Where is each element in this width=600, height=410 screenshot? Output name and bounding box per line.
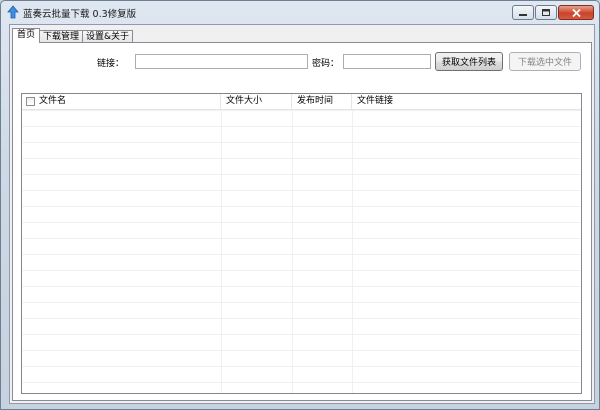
list-header: 文件名 文件大小 发布时间 文件链接 [22,94,581,110]
column-header-size[interactable]: 文件大小 [221,94,292,109]
window-controls [512,5,594,20]
grid-column-line [292,110,293,393]
grid-column-line [352,110,353,393]
grid-row-line [22,142,581,143]
app-window: 蓝奏云批量下载 0.3修复版 首页 下载管理 设置&关于 链接： 密码： 获取文… [0,0,600,410]
grid-column-line [221,110,222,393]
column-header-date[interactable]: 发布时间 [292,94,352,109]
close-button[interactable] [558,5,594,20]
maximize-icon [542,9,550,16]
window-title: 蓝奏云批量下载 0.3修复版 [23,9,137,20]
grid-row-line [22,350,581,351]
column-label: 文件名 [39,96,67,106]
download-selected-button[interactable]: 下载选中文件 [509,52,581,71]
grid-row-line [22,254,581,255]
close-icon [571,8,581,17]
select-all-checkbox[interactable] [26,97,35,106]
title-bar[interactable]: 蓝奏云批量下载 0.3修复版 [1,1,599,23]
grid-row-line [22,366,581,367]
grid-row-line [22,126,581,127]
minimize-button[interactable] [512,5,534,20]
tab-strip: 首页 下载管理 设置&关于 [12,28,134,43]
grid-row-line [22,318,581,319]
list-grid [22,110,581,393]
grid-row-line [22,334,581,335]
upload-arrow-icon [7,5,19,19]
grid-row-line [22,222,581,223]
grid-row-line [22,286,581,287]
grid-row-line [22,238,581,239]
client-area: 首页 下载管理 设置&关于 链接： 密码： 获取文件列表 下载选中文件 文件名 … [9,24,595,404]
home-tab-page: 链接： 密码： 获取文件列表 下载选中文件 文件名 文件大小 发布时间 文件链接 [12,42,592,401]
grid-row-line [22,190,581,191]
column-header-filename[interactable]: 文件名 [22,94,221,109]
grid-row-line [22,302,581,303]
link-label: 链接： [97,59,125,69]
grid-row-line [22,206,581,207]
grid-row-line [22,158,581,159]
column-header-link[interactable]: 文件链接 [352,94,581,109]
fetch-file-list-button[interactable]: 获取文件列表 [435,52,503,71]
password-input[interactable] [343,54,431,69]
link-input[interactable] [135,54,308,69]
password-label: 密码： [312,59,340,69]
minimize-icon [519,13,527,16]
grid-row-line [22,110,581,111]
grid-row-line [22,174,581,175]
grid-row-line [22,382,581,383]
maximize-button[interactable] [535,5,557,20]
file-list-view[interactable]: 文件名 文件大小 发布时间 文件链接 [21,93,582,394]
grid-row-line [22,270,581,271]
tab-home[interactable]: 首页 [12,28,41,43]
